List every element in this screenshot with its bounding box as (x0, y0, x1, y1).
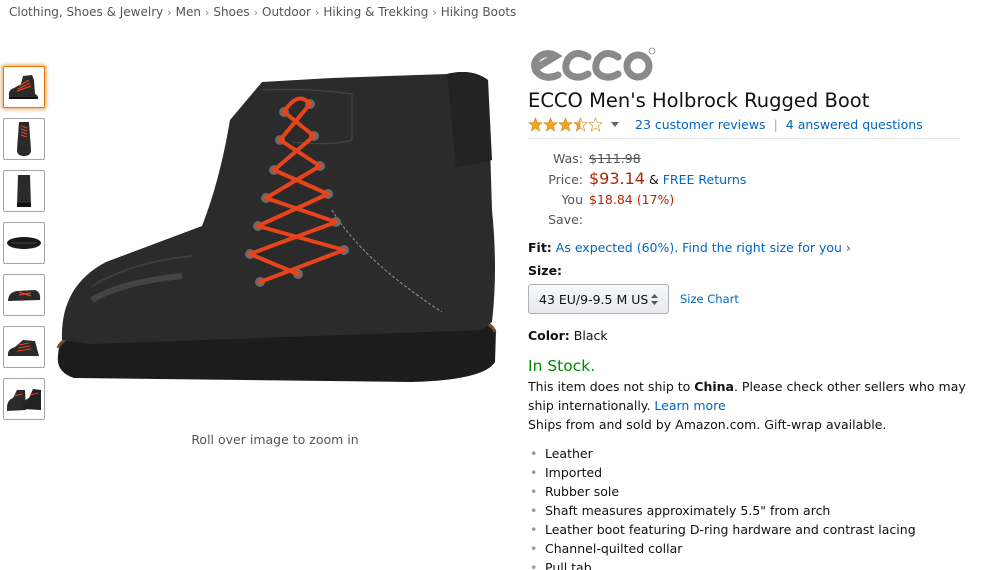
thumbnail-front-view[interactable] (3, 274, 45, 316)
feature-list: Leather Imported Rubber sole Shaft measu… (528, 444, 968, 570)
shipping-info: This item does not ship to China. Please… (528, 377, 968, 434)
reviews-link[interactable]: 23 customer reviews (635, 117, 766, 132)
brand-logo[interactable] (528, 44, 968, 84)
product-title: ECCO Men's Holbrock Rugged Boot (528, 89, 870, 112)
color-label: Color: (528, 328, 570, 343)
feature-item: Leather (530, 444, 968, 463)
shipping-country: China (694, 379, 734, 394)
fit-link[interactable]: As expected (60%). Find the right size f… (556, 240, 851, 255)
feature-item: Leather boot featuring D-ring hardware a… (530, 520, 968, 539)
thumbnail-pair-view[interactable] (3, 378, 45, 420)
star-full-icon (543, 117, 558, 132)
thumbnail-angle-view[interactable] (3, 326, 45, 368)
shipping-text: This item does not ship to (528, 379, 695, 394)
was-label: Was: (553, 151, 583, 166)
size-chart-link[interactable]: Size Chart (680, 292, 739, 306)
chevron-right-icon: › (167, 6, 172, 19)
star-empty-icon (588, 117, 603, 132)
thumbnail-top-view[interactable] (3, 118, 45, 160)
fit-label: Fit: (528, 240, 552, 255)
feature-item: Pull tab (530, 558, 968, 570)
price-label: Price: (548, 172, 583, 187)
feature-item: Shaft measures approximately 5.5" from a… (530, 501, 968, 520)
savings-amount: $18.84 (17%) (589, 192, 675, 207)
size-dropdown[interactable]: 43 EU/9-9.5 M US (528, 284, 669, 314)
chevron-right-icon: › (315, 6, 320, 19)
breadcrumb-item[interactable]: Hiking Boots (441, 5, 517, 19)
stock-status: In Stock. (528, 357, 596, 375)
product-image[interactable] (52, 60, 502, 390)
rating-row: 23 customer reviews | 4 answered questio… (528, 117, 960, 139)
divider: | (773, 117, 778, 132)
star-rating[interactable] (528, 117, 603, 132)
breadcrumb-item[interactable]: Outdoor (262, 5, 311, 19)
color-value: Black (573, 328, 608, 343)
ampersand: & (648, 172, 659, 187)
was-price: $111.98 (589, 151, 641, 166)
zoom-hint: Roll over image to zoom in (191, 432, 359, 447)
price-block: Was: $111.98 Price: $93.14 & FREE Return… (528, 149, 968, 230)
thumbnail-side-view[interactable] (3, 66, 45, 108)
size-row: 43 EU/9-9.5 M US Size Chart (528, 284, 968, 314)
fit-row: Fit: As expected (60%). Find the right s… (528, 240, 968, 255)
seller-info: Ships from and sold by Amazon.com. Gift-… (528, 417, 887, 432)
current-price: $93.14 (589, 169, 645, 188)
chevron-right-icon: › (253, 6, 258, 19)
thumbnail-back-view[interactable] (3, 170, 45, 212)
select-arrows-icon (651, 293, 658, 305)
thumbnail-sole-view[interactable] (3, 222, 45, 264)
chevron-right-icon: › (432, 6, 437, 19)
star-half-icon (573, 117, 588, 132)
chevron-down-icon[interactable] (611, 121, 619, 128)
breadcrumb-item[interactable]: Men (176, 5, 201, 19)
star-full-icon (528, 117, 543, 132)
save-label: You Save: (548, 192, 583, 227)
chevron-right-icon: › (204, 6, 210, 19)
learn-more-link[interactable]: Learn more (654, 398, 725, 413)
breadcrumb-item[interactable]: Clothing, Shoes & Jewelry (9, 5, 163, 19)
questions-link[interactable]: 4 answered questions (786, 117, 923, 132)
size-selected-value: 43 EU/9-9.5 M US (539, 291, 649, 307)
breadcrumb-item[interactable]: Hiking & Trekking (323, 5, 428, 19)
thumbnail-list (3, 66, 47, 430)
feature-item: Imported (530, 463, 968, 482)
star-full-icon (558, 117, 573, 132)
breadcrumb-item[interactable]: Shoes (213, 5, 249, 19)
color-row: Color: Black (528, 328, 968, 343)
size-label: Size: (528, 263, 563, 278)
feature-item: Rubber sole (530, 482, 968, 501)
was-price-row: Was: $111.98 (528, 149, 968, 169)
free-returns-link[interactable]: FREE Returns (663, 170, 747, 190)
product-info: ECCO Men's Holbrock Rugged Boot 23 custo… (528, 44, 968, 570)
current-price-row: Price: $93.14 & FREE Returns (528, 169, 968, 190)
savings-row: You Save: $18.84 (17%) (528, 190, 968, 230)
feature-item: Channel-quilted collar (530, 539, 968, 558)
breadcrumb: Clothing, Shoes & Jewelry › Men › Shoes › Outd… (9, 5, 516, 19)
